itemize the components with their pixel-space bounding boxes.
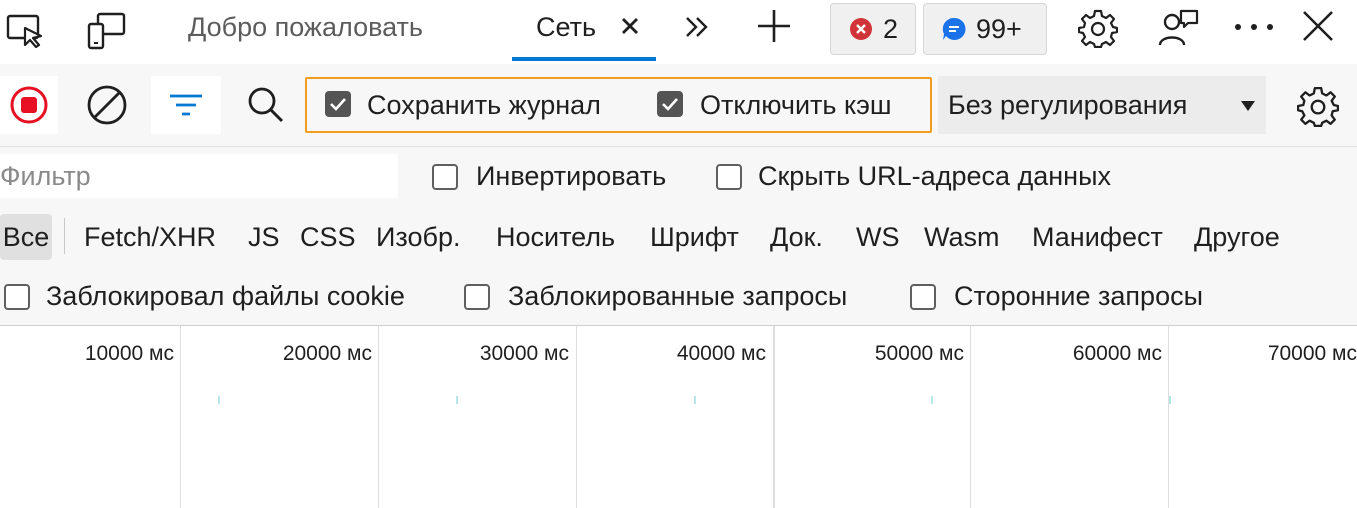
network-toolbar: Сохранить журнал Отключить кэш Без регул…: [0, 64, 1357, 147]
blocked-requests-label[interactable]: Заблокированные запросы: [508, 283, 847, 310]
devtools-tab-bar: Добро пожаловать Сеть 2 99+: [0, 0, 1357, 65]
request-marker: [1169, 396, 1171, 404]
dropdown-arrow-icon: [1238, 98, 1258, 114]
request-marker: [931, 396, 933, 404]
search-icon[interactable]: [240, 76, 292, 134]
blocked-requests-checkbox[interactable]: [464, 284, 490, 310]
timeline-gridline: [180, 326, 181, 508]
type-filter-font[interactable]: Шрифт: [650, 220, 739, 254]
timeline-tick-label: 20000 мс: [282, 342, 372, 365]
inspect-element-icon[interactable]: [2, 10, 48, 50]
throttling-value: Без регулирования: [948, 90, 1188, 120]
preserve-log-checkbox[interactable]: [325, 91, 351, 117]
blocked-cookies-label[interactable]: Заблокировал файлы cookie: [46, 283, 405, 310]
clear-log-icon[interactable]: [80, 76, 134, 134]
filter-input[interactable]: [0, 154, 398, 198]
request-marker: [694, 396, 696, 404]
type-filter-all-label: Все: [2, 221, 50, 252]
timeline-tick-label: 40000 мс: [676, 342, 766, 365]
close-devtools-icon[interactable]: [1298, 6, 1338, 46]
invert-checkbox[interactable]: [432, 164, 458, 190]
feedback-icon[interactable]: [1156, 6, 1202, 50]
type-filter-wasm[interactable]: Wasm: [924, 220, 1000, 254]
messages-count: 99+: [976, 13, 1022, 44]
timeline-tick-label: 30000 мс: [479, 342, 569, 365]
more-tabs-icon[interactable]: [680, 10, 714, 44]
type-filter-manifest[interactable]: Манифест: [1032, 220, 1163, 254]
invert-label[interactable]: Инвертировать: [476, 163, 666, 190]
type-filter-other[interactable]: Другое: [1194, 220, 1280, 254]
filter-toggle-button[interactable]: [151, 76, 221, 134]
timeline-tick-label: 50000 мс: [874, 342, 964, 365]
timeline-tick-label: 10000 мс: [84, 342, 174, 365]
record-button[interactable]: [0, 76, 58, 134]
timeline-gridline: [970, 326, 971, 508]
errors-badge[interactable]: 2: [830, 3, 916, 55]
timeline-gridline: [773, 326, 775, 508]
type-filter-doc[interactable]: Док.: [770, 220, 823, 254]
timeline-tick-label: 70000 мс: [1267, 342, 1357, 365]
disable-cache-label[interactable]: Отключить кэш: [700, 92, 892, 119]
type-filter-css[interactable]: CSS: [300, 220, 356, 254]
network-settings-gear-icon[interactable]: [1294, 82, 1342, 130]
device-emulation-icon[interactable]: [82, 8, 130, 52]
errors-count: 2: [883, 13, 899, 44]
hide-data-urls-checkbox[interactable]: [716, 164, 742, 190]
request-marker: [456, 396, 458, 404]
timeline-tick-label: 60000 мс: [1072, 342, 1162, 365]
type-filter-fetch-xhr[interactable]: Fetch/XHR: [84, 220, 216, 254]
timeline-gridline: [576, 326, 577, 508]
close-tab-icon[interactable]: [616, 12, 644, 40]
disable-cache-checkbox[interactable]: [657, 91, 683, 117]
messages-badge[interactable]: 99+: [923, 3, 1047, 55]
request-marker: [218, 396, 220, 404]
active-tab-indicator: [512, 57, 656, 61]
blocked-cookies-checkbox[interactable]: [4, 284, 30, 310]
timeline-gridline: [1168, 326, 1169, 508]
hide-data-urls-label[interactable]: Скрыть URL-адреса данных: [758, 163, 1111, 190]
tab-welcome[interactable]: Добро пожаловать: [188, 14, 423, 41]
error-icon: [849, 17, 873, 41]
timeline-gridline: [378, 326, 379, 508]
preserve-log-label[interactable]: Сохранить журнал: [367, 92, 601, 119]
add-tab-icon[interactable]: [754, 6, 794, 46]
tab-network[interactable]: Сеть: [536, 14, 596, 41]
type-filter-all[interactable]: Все: [0, 214, 52, 260]
settings-gear-icon[interactable]: [1076, 6, 1120, 50]
highlighted-options-group: Сохранить журнал Отключить кэш: [305, 77, 932, 133]
third-party-label[interactable]: Сторонние запросы: [954, 283, 1203, 310]
more-options-icon[interactable]: [1230, 10, 1278, 44]
type-filter-img[interactable]: Изобр.: [376, 220, 460, 254]
type-filter-js[interactable]: JS: [248, 220, 280, 254]
type-divider: [64, 218, 65, 254]
type-filter-media[interactable]: Носитель: [496, 220, 615, 254]
third-party-checkbox[interactable]: [910, 284, 936, 310]
throttling-select[interactable]: Без регулирования: [938, 76, 1266, 134]
type-filter-ws[interactable]: WS: [856, 220, 900, 254]
message-icon: [942, 17, 966, 41]
